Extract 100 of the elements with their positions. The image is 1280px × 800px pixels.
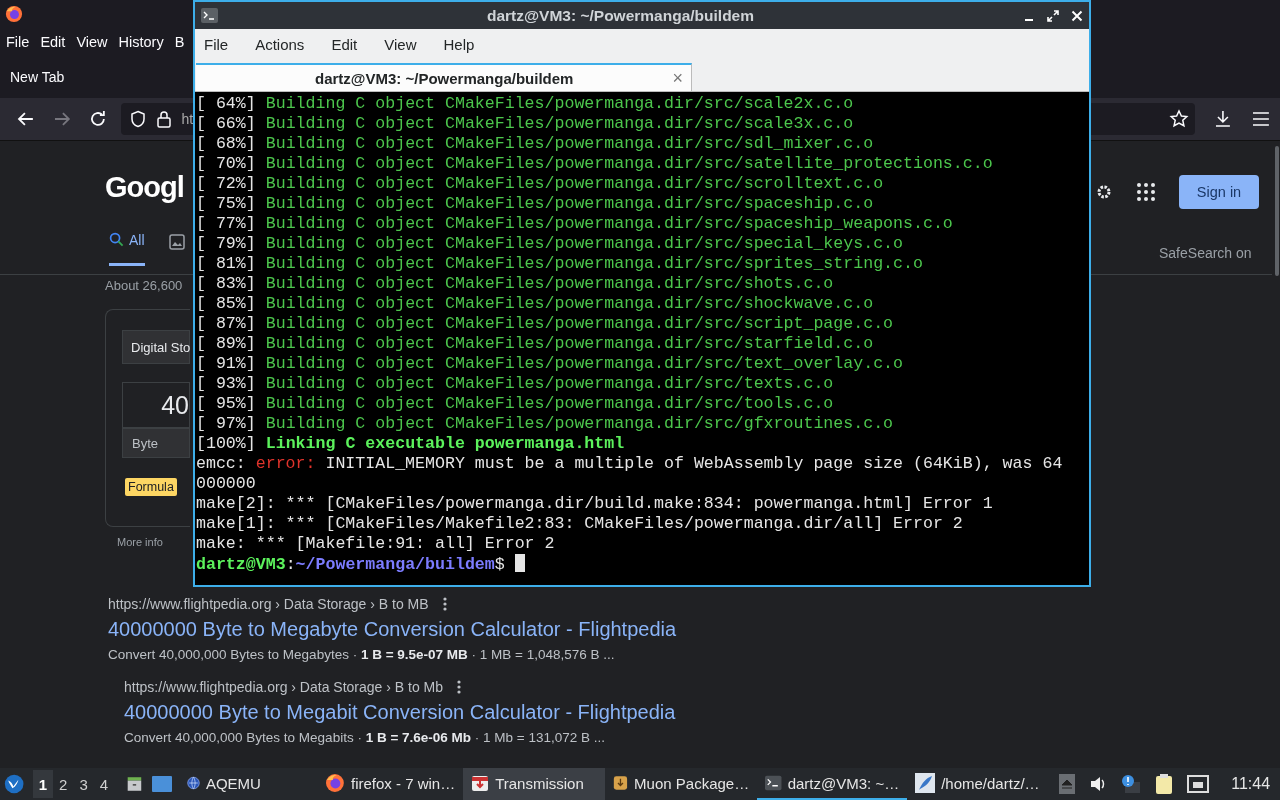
desktop-icon[interactable] (150, 775, 173, 793)
search-tab[interactable]: All (109, 232, 145, 266)
terminal-text: dartz@VM3 (196, 555, 286, 574)
terminal-text: Building C object CMakeFiles/powermanga.dir/src/sdl_mixer.c.o (265, 134, 874, 153)
menu-item[interactable]: File (6, 34, 36, 50)
terminal-text: $ (494, 555, 506, 574)
terminal-text: 000000 (196, 474, 256, 493)
workspace-button[interactable]: 1 (32, 770, 54, 798)
image-icon[interactable] (168, 234, 185, 250)
url-text: ht (181, 111, 194, 127)
terminal-text: Building C object CMakeFiles/powermanga.dir/src/scale3x.c.o (265, 114, 854, 133)
close-icon[interactable] (1071, 9, 1083, 22)
terminal-text: Building C object CMakeFiles/powermanga.dir/src/scale2x.c.o (265, 94, 854, 113)
apps-icon[interactable] (1137, 183, 1155, 201)
menu-item[interactable]: Edit (331, 35, 358, 53)
value-field[interactable]: 40 (122, 382, 190, 428)
result-snippet: Convert 40,000,000 Bytes to Megabytes · 1 B = 9.5e-07 MB · 1 MB = 1,048,576 B ... (108, 647, 616, 662)
terminal-text: [ 77%] (196, 214, 257, 233)
more-icon[interactable] (442, 597, 447, 611)
terminal-text: Building C object CMakeFiles/powermanga.dir/src/scrolltext.c.o (265, 174, 884, 193)
menu-item[interactable]: Actions (255, 35, 305, 53)
terminal-text: [ 72%] (196, 174, 257, 193)
terminal-text: Building C object CMakeFiles/powermanga.dir/src/texts.c.o (265, 374, 834, 393)
terminal-text: [100%] (196, 434, 257, 453)
terminal-text: INITIAL_MEMORY must be a multiple of WebAssembly page size (64KiB), was 64 (324, 454, 1063, 473)
terminal-text: [ 91%] (196, 354, 257, 373)
firefox-icon (5, 5, 23, 23)
terminal-text: [ 85%] (196, 294, 257, 313)
sign-in-button[interactable]: Sign in (1179, 175, 1259, 209)
lock-icon[interactable] (156, 110, 173, 128)
menu-item[interactable]: B (174, 34, 191, 50)
terminal-text: error: (255, 454, 316, 473)
tab[interactable]: New Tab (10, 69, 65, 85)
result-url: https://www.flightpedia.org › Data Storage › B to Mb (124, 679, 444, 695)
firefox-icon (325, 773, 345, 793)
terminal-text: [ 93%] (196, 374, 257, 393)
settings-icon[interactable] (1095, 183, 1113, 201)
menu-item[interactable]: View (76, 34, 114, 50)
workspace-button[interactable]: 2 (53, 770, 74, 798)
menu-item[interactable]: Help (443, 35, 475, 53)
address-field[interactable] (1091, 103, 1196, 135)
terminal-text: Building C object CMakeFiles/powermanga.dir/src/sprites_string.c.o (265, 254, 923, 273)
maximize-icon[interactable] (1047, 9, 1059, 22)
more-icon[interactable] (457, 680, 462, 694)
terminal-text: [ 75%] (196, 194, 257, 213)
taskbar-button[interactable]: firefox - 7 win… (317, 768, 464, 800)
unit-select[interactable]: Byte (122, 428, 190, 458)
menu-item[interactable]: History (118, 34, 170, 50)
scrollbar[interactable] (1275, 146, 1279, 276)
start-menu-icon[interactable] (4, 772, 25, 796)
workspace-button[interactable]: 4 (93, 770, 114, 798)
terminal-text: emcc: (196, 454, 247, 473)
address-field[interactable]: ht (121, 103, 194, 135)
menu-item[interactable]: File (204, 35, 229, 53)
logo[interactable]: Googl (105, 171, 184, 204)
eject-icon[interactable] (1059, 774, 1076, 794)
taskbar-button[interactable]: AQEMU (178, 768, 269, 800)
terminal-text: Building C object CMakeFiles/powermanga.dir/src/starfield.c.o (265, 334, 874, 353)
terminal-text: : (285, 555, 296, 574)
terminal-text: ~/Powermanga/buildem (295, 555, 495, 574)
more-info-link[interactable]: More info (117, 536, 163, 548)
package-icon (613, 774, 629, 792)
taskbar-button[interactable]: Muon Package… (605, 768, 758, 800)
terminal-text: [ 68%] (196, 134, 257, 153)
terminal-text: make[1]: *** [CMakeFiles/Makefile2:83: CMakeFiles/powermanga.dir/all] Error 2 (196, 514, 963, 533)
terminal-text: make: *** [Makefile:91: all] Error 2 (196, 534, 555, 553)
terminal-text: Building C object CMakeFiles/powermanga.dir/src/tools.c.o (265, 394, 834, 413)
workspace-button[interactable]: 3 (73, 770, 94, 798)
search-icon (109, 232, 124, 247)
shield-icon[interactable] (129, 110, 148, 128)
result-title-link[interactable]: 40000000 Byte to Megabit Conversion Calculator - Flightpedia (124, 701, 677, 724)
category-select[interactable]: Digital Sto (122, 330, 190, 364)
clipboard-icon[interactable] (1155, 773, 1174, 795)
terminal-icon (201, 8, 218, 23)
menu-item[interactable]: Edit (40, 34, 72, 50)
cursor (514, 554, 525, 572)
terminal-text: [ 95%] (196, 394, 257, 413)
result-title-link[interactable]: 40000000 Byte to Megabyte Conversion Calculator - Flightpedia (108, 618, 677, 641)
safesearch-label[interactable]: SafeSearch on (1159, 245, 1280, 261)
terminal-text: [ 81%] (196, 254, 257, 273)
tab-close-button[interactable]: × (672, 67, 683, 89)
notification-icon[interactable] (1121, 774, 1142, 794)
taskbar-button[interactable]: dartz@VM3: ~… (757, 768, 908, 800)
box-icon (471, 774, 490, 792)
star-icon[interactable] (1169, 109, 1190, 129)
clock: 11:44 (1231, 775, 1271, 793)
menu-icon[interactable] (1252, 111, 1270, 127)
tab-label[interactable]: dartz@VM3: ~/Powermanga/buildem (216, 69, 673, 87)
taskbar-button[interactable]: Transmission (463, 768, 606, 800)
terminal-text: [ 79%] (196, 234, 257, 253)
file-cabinet-icon[interactable] (126, 774, 143, 794)
network-icon[interactable] (1187, 774, 1210, 794)
terminal-text: [ 97%] (196, 414, 257, 433)
terminal-text: [ 70%] (196, 154, 257, 173)
terminal-text: Building C object CMakeFiles/powermanga.dir/src/spaceship_weapons.c.o (265, 214, 953, 233)
menu-item[interactable]: View (384, 35, 417, 53)
taskbar-button[interactable]: /home/dartz/… (907, 768, 1060, 800)
terminal-text: Building C object CMakeFiles/powermanga.dir/src/satellite_protections.c.o (265, 154, 993, 173)
terminal-tab[interactable]: dartz@VM3: ~/Powermanga/buildem × (196, 63, 692, 91)
terminal-text: Building C object CMakeFiles/powermanga.dir/src/shockwave.c.o (265, 294, 874, 313)
